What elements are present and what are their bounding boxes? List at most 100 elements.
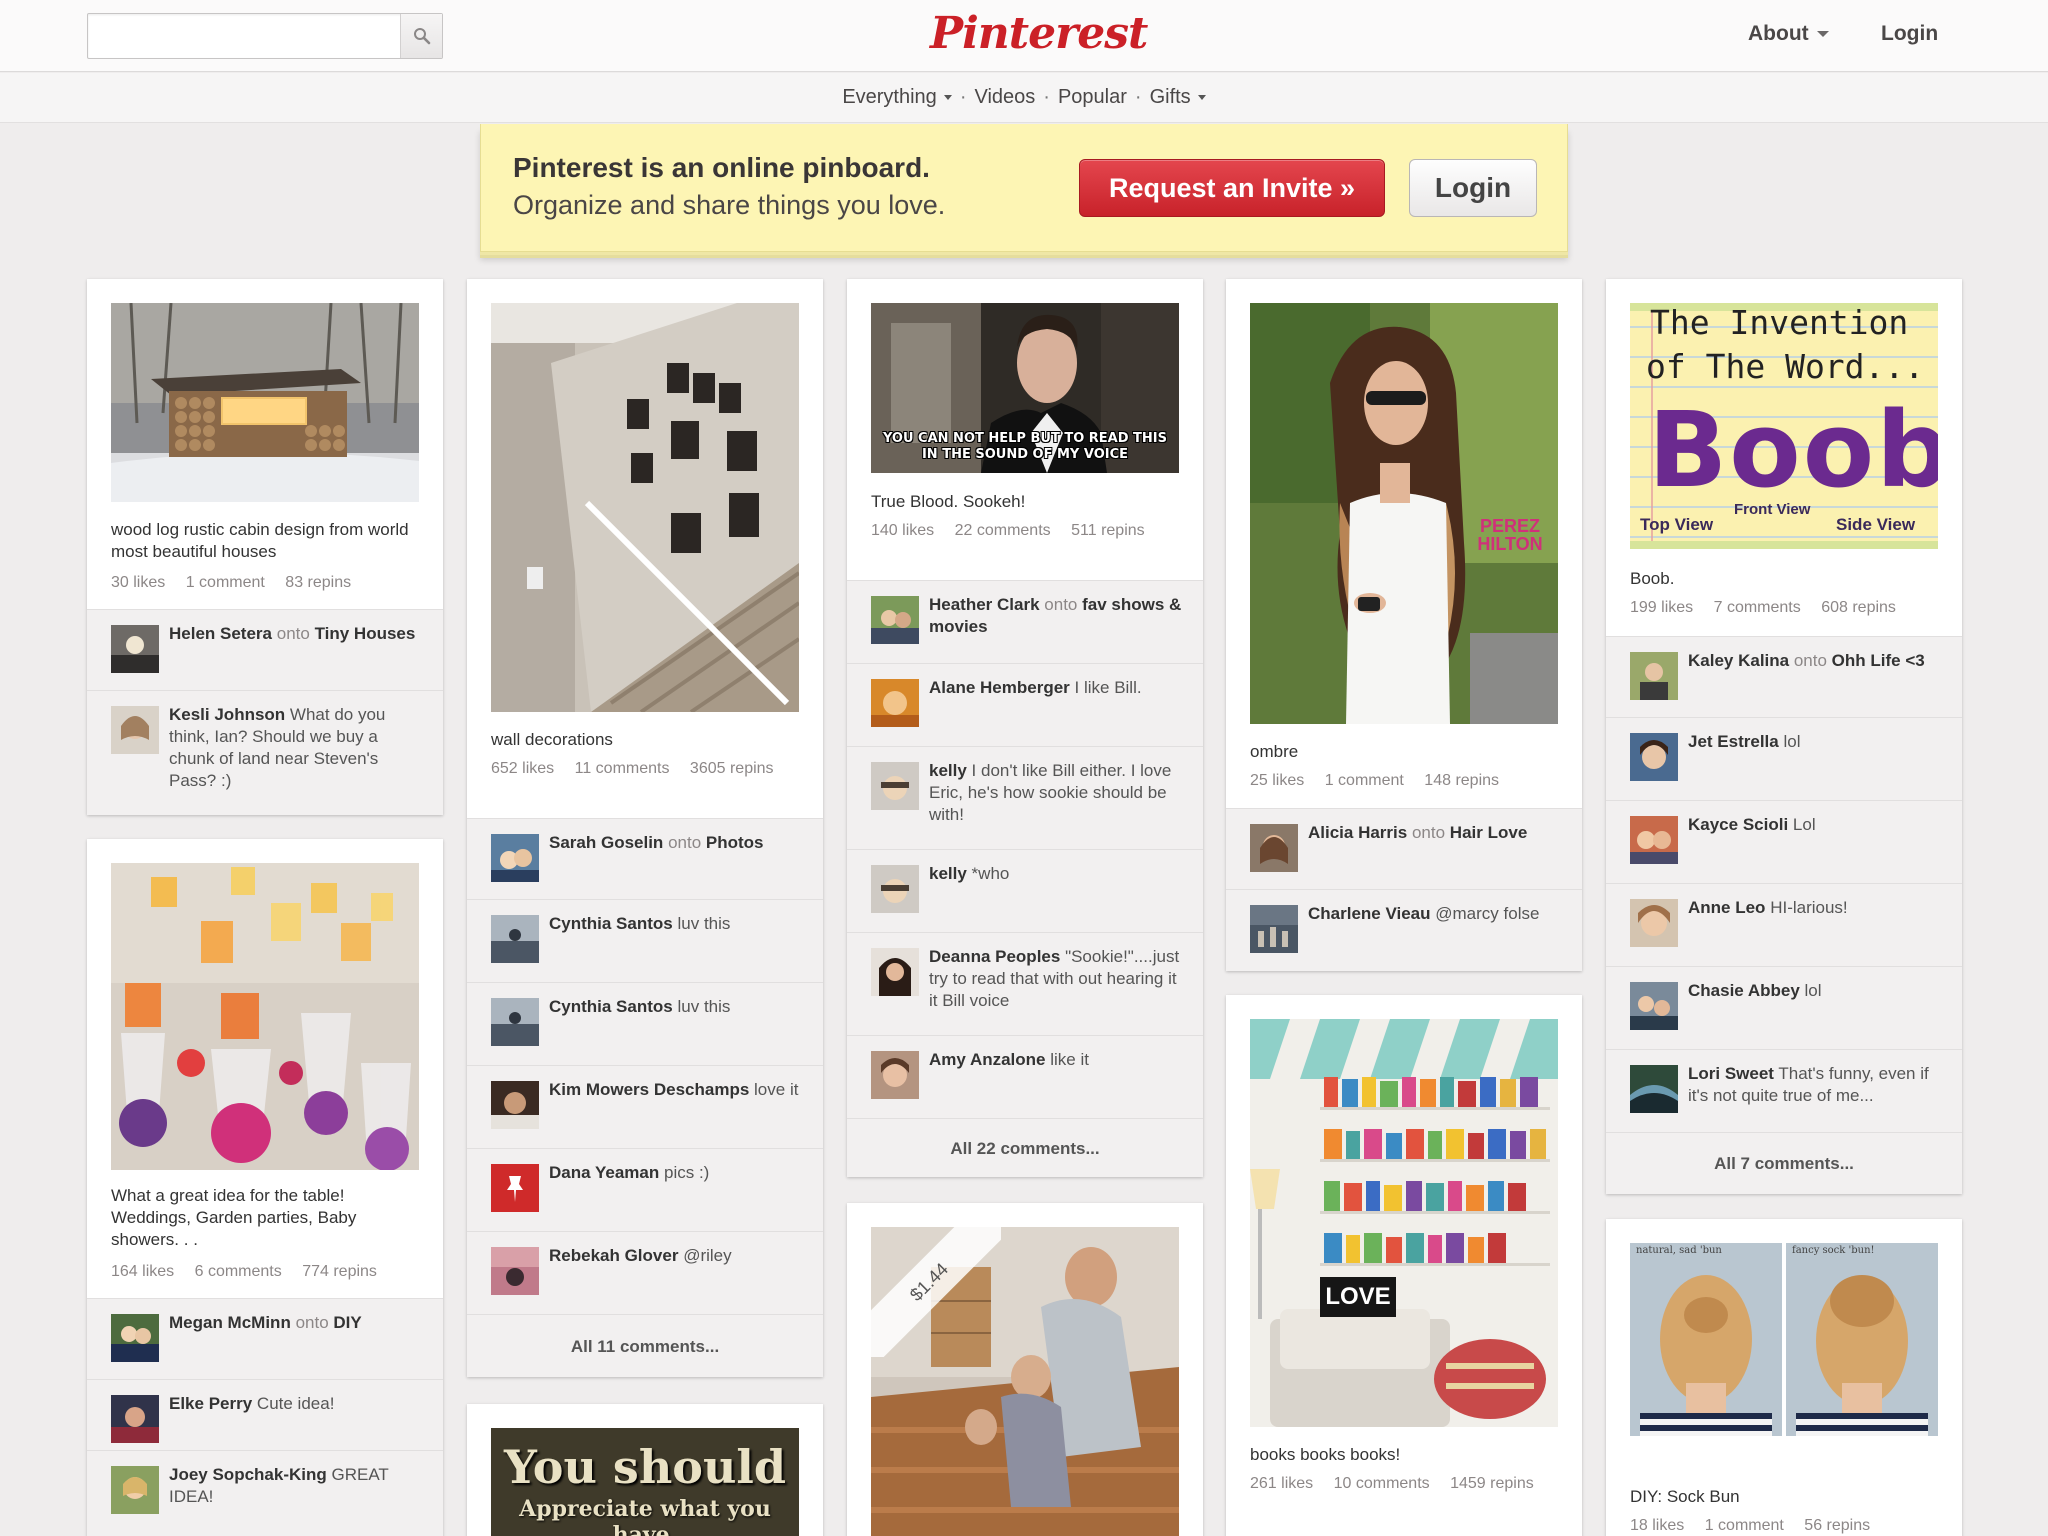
avatar[interactable] — [111, 706, 159, 754]
avatar[interactable] — [1630, 652, 1678, 700]
nav-everything[interactable]: Everything — [842, 86, 952, 109]
user-name[interactable]: Kim Mowers Deschamps — [549, 1080, 749, 1099]
user-name[interactable]: Sarah Goselin — [549, 833, 663, 852]
pin-card[interactable]: You should Appreciate what you have, — [467, 1404, 823, 1536]
login-link[interactable]: Login — [1881, 22, 1938, 46]
avatar[interactable] — [1630, 733, 1678, 781]
user-name[interactable]: Megan McMinn — [169, 1313, 291, 1332]
user-name[interactable]: Cynthia Santos — [549, 997, 673, 1016]
comment-body: *who — [971, 864, 1010, 883]
pin-description: books books books! — [1250, 1445, 1401, 1464]
pin-image[interactable] — [111, 303, 419, 502]
avatar[interactable] — [1630, 899, 1678, 947]
comment-text: Amy Anzalone like it — [929, 1049, 1183, 1071]
user-name[interactable]: Chasie Abbey — [1688, 981, 1800, 1000]
user-name[interactable]: Jet Estrella — [1688, 732, 1779, 751]
pin-card[interactable]: LOVE books books books! 261 likes 10 com… — [1226, 995, 1582, 1536]
user-name[interactable]: Kesli Johnson — [169, 705, 285, 724]
user-name[interactable]: Anne Leo — [1688, 898, 1765, 917]
about-menu[interactable]: About — [1748, 22, 1829, 46]
avatar[interactable] — [871, 1051, 919, 1099]
pin-image[interactable]: natural, sad 'bun fancy sock 'bun! — [1630, 1243, 1938, 1436]
avatar[interactable] — [491, 1164, 539, 1212]
pin-image[interactable]: You should Appreciate what you have, — [491, 1428, 799, 1536]
board-name[interactable]: Tiny Houses — [315, 624, 416, 643]
avatar[interactable] — [491, 834, 539, 882]
avatar[interactable] — [871, 865, 919, 913]
user-name[interactable]: Helen Setera — [169, 624, 272, 643]
user-name[interactable]: Dana Yeaman — [549, 1163, 659, 1182]
pin-description: Boob. — [1630, 569, 1675, 588]
pin-image[interactable]: PEREZ HILTON — [1250, 303, 1558, 724]
search-input[interactable] — [88, 14, 400, 58]
user-name[interactable]: Charlene Vieau — [1308, 904, 1431, 923]
banner-login-button[interactable]: Login — [1409, 159, 1537, 217]
avatar[interactable] — [491, 998, 539, 1046]
avatar[interactable] — [111, 1314, 159, 1362]
pin-image[interactable] — [491, 303, 799, 712]
pin-image[interactable]: YOU CAN NOT HELP BUT TO READ THIS IN THE… — [871, 303, 1179, 473]
pin-source-row[interactable]: Heather Clark onto fav shows & movies — [847, 580, 1203, 662]
user-name[interactable]: Heather Clark — [929, 595, 1040, 614]
avatar[interactable] — [871, 948, 919, 996]
avatar[interactable] — [491, 915, 539, 963]
pin-card[interactable]: natural, sad 'bun fancy sock 'bun! DIY: … — [1606, 1219, 1962, 1536]
search-button[interactable] — [400, 14, 442, 58]
user-name[interactable]: Lori Sweet — [1688, 1064, 1774, 1083]
nav-gifts[interactable]: Gifts — [1150, 86, 1206, 109]
pin-card[interactable]: YOU CAN NOT HELP BUT TO READ THIS IN THE… — [847, 279, 1203, 1177]
avatar[interactable] — [871, 596, 919, 644]
pin-source-row[interactable]: Alicia Harris onto Hair Love — [1226, 808, 1582, 888]
user-name[interactable]: Kaley Kalina — [1688, 651, 1789, 670]
board-name[interactable]: Photos — [706, 833, 764, 852]
avatar[interactable] — [1630, 816, 1678, 864]
avatar[interactable] — [1630, 982, 1678, 1030]
board-name[interactable]: Hair Love — [1450, 823, 1527, 842]
avatar[interactable] — [491, 1247, 539, 1295]
all-comments-link[interactable]: All 22 comments... — [847, 1118, 1203, 1177]
pin-source-row[interactable]: Helen Setera onto Tiny Houses — [87, 609, 443, 689]
user-name[interactable]: Kayce Scioli — [1688, 815, 1788, 834]
all-comments-link[interactable]: All 11 comments... — [467, 1314, 823, 1377]
avatar[interactable] — [111, 625, 159, 673]
user-name[interactable]: Rebekah Glover — [549, 1246, 678, 1265]
all-comments-link[interactable]: All 7 comments... — [1606, 1132, 1962, 1194]
avatar[interactable] — [491, 1081, 539, 1129]
avatar[interactable] — [1250, 824, 1298, 872]
user-name[interactable]: Alane Hemberger — [929, 678, 1070, 697]
pin-card[interactable]: What a great idea for the table! Wedding… — [87, 839, 443, 1536]
user-name[interactable]: Amy Anzalone — [929, 1050, 1046, 1069]
pin-source-row[interactable]: Kaley Kalina onto Ohh Life <3 — [1606, 636, 1962, 716]
avatar[interactable] — [871, 679, 919, 727]
user-name[interactable]: Elke Perry — [169, 1394, 252, 1413]
pinterest-logo[interactable]: Pinterest — [930, 6, 1148, 62]
pin-card[interactable]: The Invention of The Word... Boob Top Vi… — [1606, 279, 1962, 1194]
user-name[interactable]: Alicia Harris — [1308, 823, 1407, 842]
avatar[interactable] — [111, 1395, 159, 1443]
avatar[interactable] — [871, 762, 919, 810]
pin-card[interactable]: wall decorations 652 likes 11 comments 3… — [467, 279, 823, 1377]
nav-popular[interactable]: Popular — [1058, 86, 1127, 109]
pin-card[interactable]: PEREZ HILTON ombre 25 likes 1 comment 14… — [1226, 279, 1582, 971]
pin-image[interactable]: The Invention of The Word... Boob Top Vi… — [1630, 303, 1938, 549]
pin-card[interactable]: wood log rustic cabin design from world … — [87, 279, 443, 815]
nav-videos[interactable]: Videos — [974, 86, 1035, 109]
user-name[interactable]: kelly — [929, 761, 967, 780]
board-name[interactable]: Ohh Life <3 — [1832, 651, 1925, 670]
pin-image[interactable]: LOVE — [1250, 1019, 1558, 1427]
user-name[interactable]: Joey Sopchak-King — [169, 1465, 327, 1484]
comment-row: Kayce Scioli Lol — [1606, 800, 1962, 882]
pin-source-row[interactable]: Sarah Goselin onto Photos — [467, 818, 823, 898]
pin-image[interactable] — [111, 863, 419, 1170]
pin-card[interactable]: $1.44 — [847, 1203, 1203, 1536]
board-name[interactable]: DIY — [333, 1313, 361, 1332]
comment-body: lol — [1804, 981, 1822, 1000]
avatar[interactable] — [111, 1466, 159, 1514]
user-name[interactable]: Cynthia Santos — [549, 914, 673, 933]
user-name[interactable]: Deanna Peoples — [929, 947, 1060, 966]
avatar[interactable] — [1250, 905, 1298, 953]
avatar[interactable] — [1630, 1065, 1678, 1113]
request-invite-button[interactable]: Request an Invite » — [1079, 159, 1385, 217]
pin-source-row[interactable]: Megan McMinn onto DIY — [87, 1298, 443, 1378]
user-name[interactable]: kelly — [929, 864, 967, 883]
